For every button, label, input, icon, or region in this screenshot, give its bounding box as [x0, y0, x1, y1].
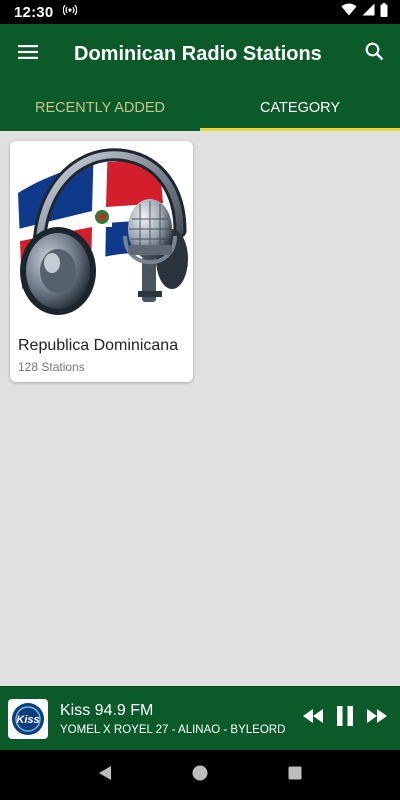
signal-icon [362, 3, 375, 21]
status-left: 12:30 [14, 3, 78, 21]
search-button[interactable] [348, 24, 400, 84]
mini-player[interactable]: Kiss Kiss 94.9 FM YOMEL X ROYEL 27 - ALI… [0, 686, 400, 750]
category-card[interactable]: Republica Dominicana 128 Stations [10, 141, 193, 382]
search-icon [365, 42, 384, 66]
menu-button[interactable] [0, 24, 56, 84]
hotspot-icon [63, 3, 78, 21]
system-nav-bar [0, 750, 400, 800]
tab-label: CATEGORY [259, 99, 341, 116]
recents-square-icon [288, 766, 302, 785]
status-right [341, 2, 388, 22]
nav-home-button[interactable] [180, 755, 220, 795]
svg-text:Kiss: Kiss [16, 714, 39, 726]
hamburger-menu-icon [18, 44, 38, 64]
pause-button[interactable] [332, 704, 358, 734]
dominican-flag-headphones-image [18, 148, 188, 315]
rewind-icon [303, 709, 323, 728]
category-station-count: 128 Stations [18, 360, 85, 374]
battery-icon [380, 2, 388, 22]
status-bar: 12:30 [0, 0, 400, 24]
player-controls [300, 704, 390, 734]
category-grid: Republica Dominicana 128 Stations [0, 131, 400, 686]
tab-bar: RECENTLY ADDED CATEGORY [0, 84, 400, 131]
wifi-icon [341, 3, 357, 21]
tab-label: RECENTLY ADDED [35, 99, 165, 116]
fast-forward-icon [367, 709, 387, 728]
status-time: 12:30 [14, 3, 54, 21]
station-logo: Kiss [8, 698, 48, 739]
player-info: Kiss 94.9 FM YOMEL X ROYEL 27 - ALINAO -… [60, 702, 300, 736]
track-title: YOMEL X ROYEL 27 - ALINAO - BYLEORD [60, 723, 286, 736]
app-bar: Dominican Radio Stations [0, 24, 400, 84]
fast-forward-button[interactable] [364, 704, 390, 734]
rewind-button[interactable] [300, 704, 326, 734]
station-name: Kiss 94.9 FM [60, 701, 154, 719]
nav-back-button[interactable] [85, 755, 125, 795]
nav-recents-button[interactable] [275, 755, 315, 795]
tab-category[interactable]: CATEGORY [200, 84, 400, 131]
pause-icon [336, 706, 354, 731]
tab-recently-added[interactable]: RECENTLY ADDED [0, 84, 200, 131]
category-title: Republica Dominicana [18, 337, 179, 354]
back-triangle-icon [98, 765, 112, 786]
home-circle-icon [192, 765, 208, 786]
page-title: Dominican Radio Stations [74, 42, 322, 65]
